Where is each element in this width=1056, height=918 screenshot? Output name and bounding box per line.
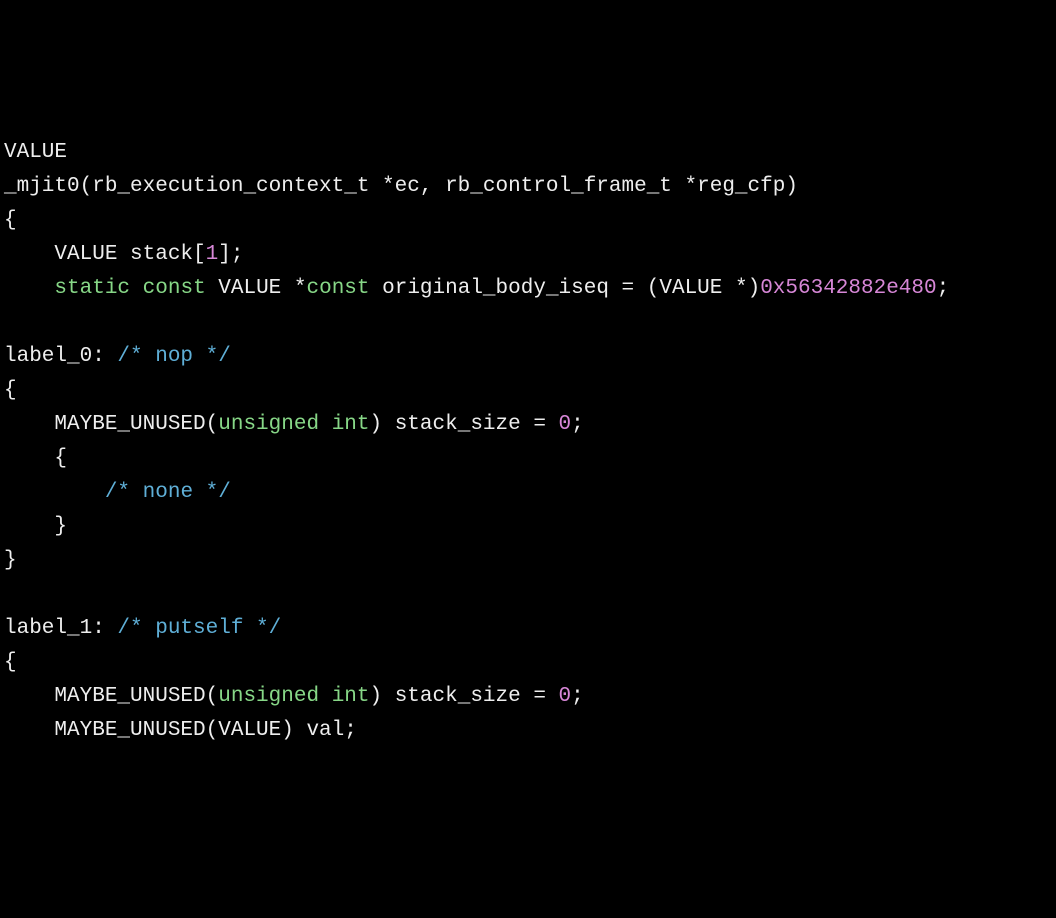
code-token: VALUE stack[ <box>4 243 206 266</box>
code-line: label_0: /* nop */ <box>4 340 1052 374</box>
code-token-keyword: const <box>307 277 370 300</box>
code-token: { <box>4 379 17 402</box>
code-line: static const VALUE *const original_body_… <box>4 272 1052 306</box>
code-token: { <box>4 651 17 674</box>
code-token <box>130 277 143 300</box>
code-token-keyword: int <box>332 685 370 708</box>
code-line: _mjit0(rb_execution_context_t *ec, rb_co… <box>4 170 1052 204</box>
code-token-comment: /* nop */ <box>117 345 230 368</box>
code-token: ; <box>937 277 950 300</box>
code-token: original_body_iseq = (VALUE *) <box>370 277 761 300</box>
code-token: ) stack_size = <box>370 413 559 436</box>
code-block: VALUE _mjit0(rb_execution_context_t *ec, … <box>4 136 1052 748</box>
code-line <box>4 306 1052 340</box>
code-token <box>4 277 54 300</box>
code-line: MAYBE_UNUSED(VALUE) val; <box>4 714 1052 748</box>
code-token <box>4 481 105 504</box>
code-token: VALUE * <box>206 277 307 300</box>
code-token: ; <box>571 685 584 708</box>
code-line: } <box>4 510 1052 544</box>
code-token: MAYBE_UNUSED( <box>4 685 218 708</box>
code-token: label_0: <box>4 345 117 368</box>
code-line: { <box>4 646 1052 680</box>
code-token: } <box>4 515 67 538</box>
code-token-keyword: int <box>332 413 370 436</box>
code-token: { <box>4 209 17 232</box>
code-token: VALUE <box>4 141 67 164</box>
code-token-comment: /* putself */ <box>117 617 281 640</box>
code-token: } <box>4 549 17 572</box>
code-line: /* none */ <box>4 476 1052 510</box>
code-token-keyword: unsigned <box>218 413 319 436</box>
code-token: { <box>4 447 67 470</box>
code-token-keyword: unsigned <box>218 685 319 708</box>
code-line <box>4 578 1052 612</box>
code-token-number: 0 <box>559 685 572 708</box>
code-token: ; <box>571 413 584 436</box>
code-line: } <box>4 544 1052 578</box>
code-token-number: 1 <box>206 243 219 266</box>
code-line: VALUE stack[1]; <box>4 238 1052 272</box>
code-line: { <box>4 442 1052 476</box>
code-token: label_1: <box>4 617 117 640</box>
code-line: { <box>4 374 1052 408</box>
code-token: MAYBE_UNUSED( <box>4 413 218 436</box>
code-token: MAYBE_UNUSED(VALUE) val; <box>4 719 357 742</box>
code-token <box>319 413 332 436</box>
code-line: label_1: /* putself */ <box>4 612 1052 646</box>
code-token <box>319 685 332 708</box>
code-token: ) stack_size = <box>370 685 559 708</box>
code-token-number: 0x56342882e480 <box>760 277 936 300</box>
code-line: { <box>4 204 1052 238</box>
code-token-keyword: const <box>143 277 206 300</box>
code-line: MAYBE_UNUSED(unsigned int) stack_size = … <box>4 408 1052 442</box>
code-token: _mjit0(rb_execution_context_t *ec, rb_co… <box>4 175 798 198</box>
code-token: ]; <box>218 243 243 266</box>
code-token-keyword: static <box>54 277 130 300</box>
code-line: VALUE <box>4 136 1052 170</box>
code-token-comment: /* none */ <box>105 481 231 504</box>
code-token-number: 0 <box>559 413 572 436</box>
code-line: MAYBE_UNUSED(unsigned int) stack_size = … <box>4 680 1052 714</box>
